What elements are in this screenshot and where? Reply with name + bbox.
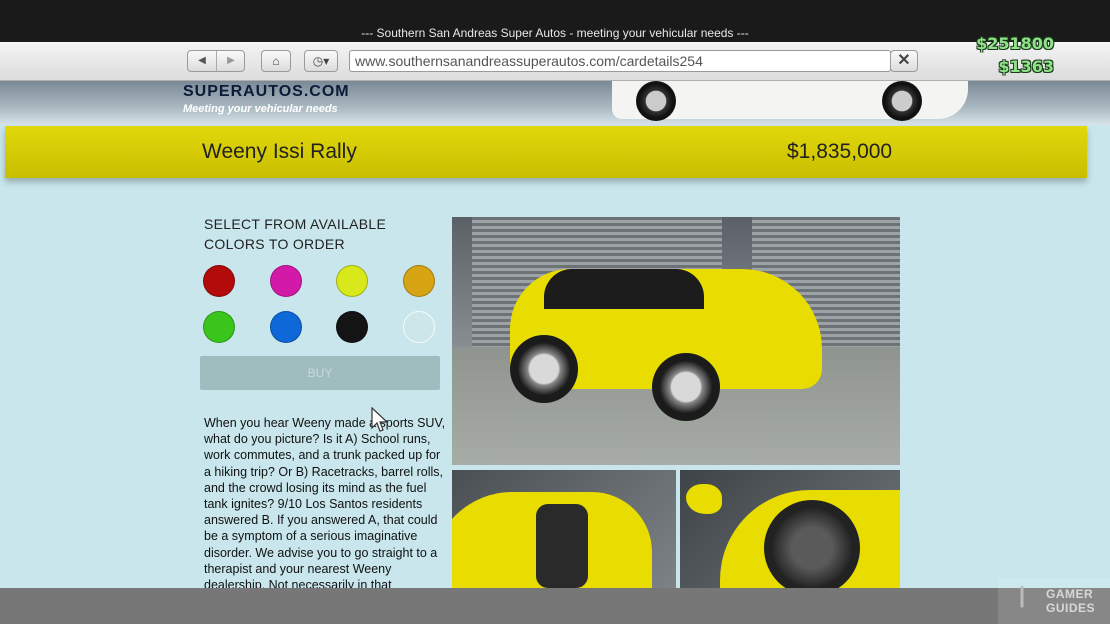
gamer-guides-logo-icon: ꟾ	[1018, 587, 1026, 612]
site-logo: SUPERAUTOS.COM	[183, 83, 350, 100]
color-swatch-green[interactable]	[203, 311, 235, 343]
color-swatch-blue[interactable]	[270, 311, 302, 343]
bottom-bar	[0, 588, 1110, 624]
site-banner: SUPERAUTOS.COM Meeting your vehicular ne…	[0, 81, 1110, 125]
back-forward-buttons[interactable]: ◀ ▶	[187, 50, 245, 72]
color-swatch-pink[interactable]	[270, 265, 302, 297]
history-button[interactable]: ◷▾	[304, 50, 338, 72]
watermark-text: GAMER GUIDES	[1046, 587, 1095, 615]
color-swatch-gold[interactable]	[403, 265, 435, 297]
vehicle-price: $1,835,000	[787, 140, 893, 163]
banner-car-image	[612, 81, 968, 121]
window-title: --- Southern San Andreas Super Autos - m…	[361, 26, 749, 40]
close-icon: ✕	[897, 52, 911, 69]
car-headlight	[764, 500, 860, 588]
color-swatch-lime[interactable]	[336, 265, 368, 297]
close-button[interactable]: ✕	[890, 50, 918, 72]
gamer-guides-watermark: ꟾ GAMER GUIDES	[998, 578, 1110, 624]
color-swatch-white[interactable]	[403, 311, 435, 343]
vehicle-detail-photo-front[interactable]	[680, 470, 900, 588]
site-tagline: Meeting your vehicular needs	[183, 103, 338, 115]
banner-car-wheel	[882, 81, 922, 121]
window-titlebar: --- Southern San Andreas Super Autos - m…	[0, 0, 1110, 42]
cash-balance: $1363	[998, 57, 1054, 76]
watermark-line2: GUIDES	[1046, 601, 1096, 615]
home-button[interactable]: ⌂	[261, 50, 291, 72]
history-dropdown-icon: ◷▾	[312, 54, 330, 68]
car-roof	[544, 269, 704, 309]
car-wheel	[652, 353, 720, 421]
vehicle-main-photo[interactable]	[452, 217, 900, 465]
color-select-title: SELECT FROM AVAILABLE COLORS TO ORDER	[204, 216, 387, 252]
vehicle-detail-photo-rear[interactable]	[452, 470, 676, 588]
car-tail-light	[536, 504, 588, 588]
watermark-line1: GAMER	[1046, 587, 1094, 601]
vehicle-header-bar: Weeny Issi Rally $1,835,000	[5, 126, 1087, 178]
color-swatch-red[interactable]	[203, 265, 235, 297]
color-swatch-black[interactable]	[336, 311, 368, 343]
browser-toolbar: ◀ ▶ ⌂ ◷▾ www.southernsanandreassuperauto…	[0, 42, 1110, 81]
vehicle-name: Weeny Issi Rally	[202, 140, 357, 163]
buy-button[interactable]: BUY	[200, 356, 440, 390]
car-wheel	[510, 335, 578, 403]
forward-icon[interactable]: ▶	[217, 51, 245, 71]
bank-balance: $251800	[976, 34, 1054, 53]
url-input[interactable]: www.southernsanandreassuperautos.com/car…	[349, 50, 891, 72]
banner-car-wheel	[636, 81, 676, 121]
vehicle-description: When you hear Weeny made a sports SUV, w…	[204, 416, 446, 588]
back-icon[interactable]: ◀	[188, 51, 217, 71]
car-mirror	[686, 484, 722, 514]
home-icon: ⌂	[272, 54, 280, 68]
